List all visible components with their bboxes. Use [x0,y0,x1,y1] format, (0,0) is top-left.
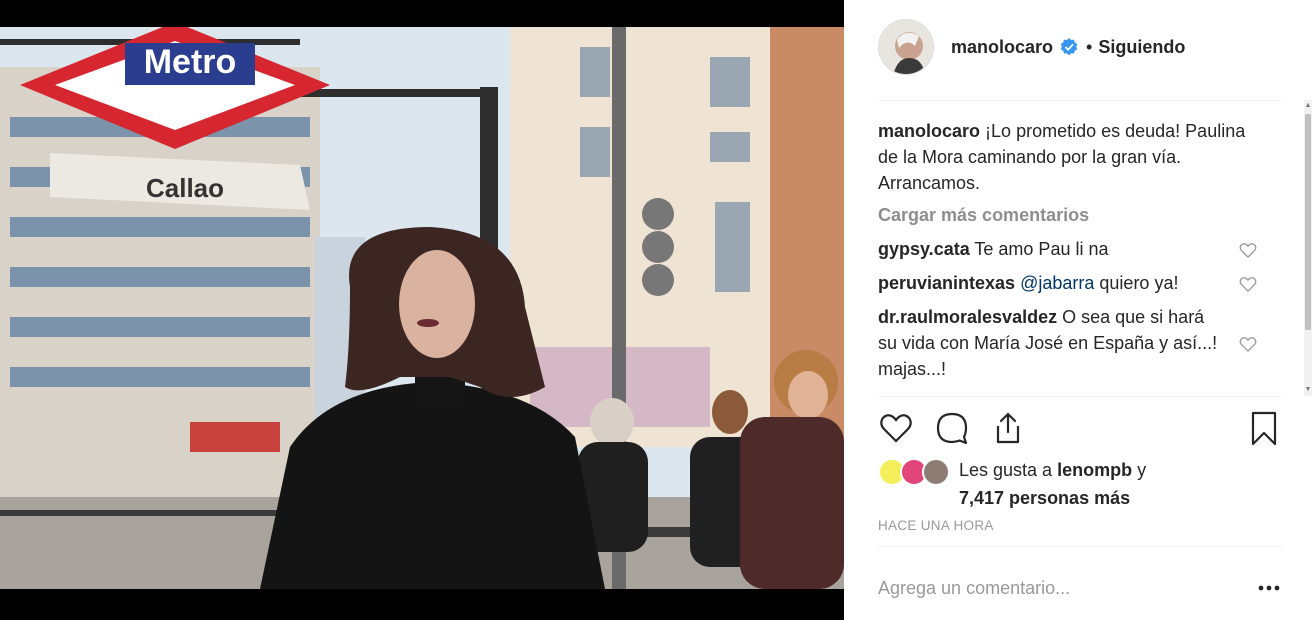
more-options-icon[interactable] [1256,578,1282,598]
post-actions-bar [878,408,1282,448]
comment-like-heart-icon[interactable] [1238,240,1258,260]
comment-icon[interactable] [934,410,970,446]
likes-summary: Les gusta a lenompb y 7,417 personas más [878,456,1282,512]
likes-count-link[interactable]: 7,417 personas más [959,488,1130,508]
divider [878,546,1282,547]
comments-scrollbar[interactable]: ▲ ▼ [1304,100,1312,396]
share-icon[interactable] [990,410,1026,446]
post-caption: manolocaro ¡Lo prometido es deuda! Pauli… [878,118,1258,196]
liker-avatar[interactable] [922,458,950,486]
comments-list: manolocaro ¡Lo prometido es deuda! Pauli… [878,118,1258,398]
comment-like-heart-icon[interactable] [1238,334,1258,354]
metro-sign-text: Metro [144,43,237,81]
follow-status-button[interactable]: Siguiendo [1098,37,1185,58]
street-scene-illustration: Metro Callao [0,27,844,589]
divider [878,100,1282,101]
comment-like-heart-icon[interactable] [1238,274,1258,294]
comment-username[interactable]: dr.raulmoralesvaldez [878,307,1057,327]
add-comment-form [878,570,1282,606]
post-timestamp[interactable]: Hace una hora [878,518,994,533]
post-header: manolocaro • Siguiendo [878,17,1282,77]
like-heart-icon[interactable] [878,410,914,446]
likes-conjunction: y [1137,460,1147,480]
comment-item: peruvianintexas @jabarra quiero ya! [878,270,1258,296]
likes-prefix: Les gusta a [959,460,1053,480]
comment-item: dr.raulmoralesvaldez O sea que si hará s… [878,304,1258,382]
load-more-comments-button[interactable]: Cargar más comentarios [878,202,1258,228]
comment-item: gypsy.cata Te amo Pau li na [878,236,1258,262]
comment-username[interactable]: gypsy.cata [878,239,970,259]
caption-username[interactable]: manolocaro [878,121,980,141]
likes-text: Les gusta a lenompb y 7,417 personas más [959,456,1279,512]
scrollbar-thumb[interactable] [1305,114,1311,330]
comment-input[interactable] [878,570,1238,606]
post-side-panel: manolocaro • Siguiendo manolocaro ¡Lo pr… [844,0,1312,620]
scroll-up-arrow-icon[interactable]: ▲ [1304,100,1312,112]
comment-username[interactable]: peruvianintexas [878,273,1015,293]
comment-mention-link[interactable]: @jabarra [1020,273,1094,293]
comment-text: Te amo Pau li na [974,239,1109,259]
bookmark-icon[interactable] [1246,410,1282,446]
author-username[interactable]: manolocaro [951,37,1053,58]
author-avatar[interactable] [878,19,934,75]
verified-badge-icon [1060,38,1078,56]
header-separator: • [1086,36,1093,57]
street-sign-text: Callao [146,173,224,203]
divider [878,396,1282,397]
scroll-down-arrow-icon[interactable]: ▼ [1304,384,1312,396]
liker-avatars[interactable] [878,458,954,488]
liker-username-link[interactable]: lenompb [1057,460,1132,480]
post-media[interactable]: Metro Callao [0,0,844,620]
post-photo[interactable]: Metro Callao [0,27,844,589]
comment-text: quiero ya! [1099,273,1179,293]
